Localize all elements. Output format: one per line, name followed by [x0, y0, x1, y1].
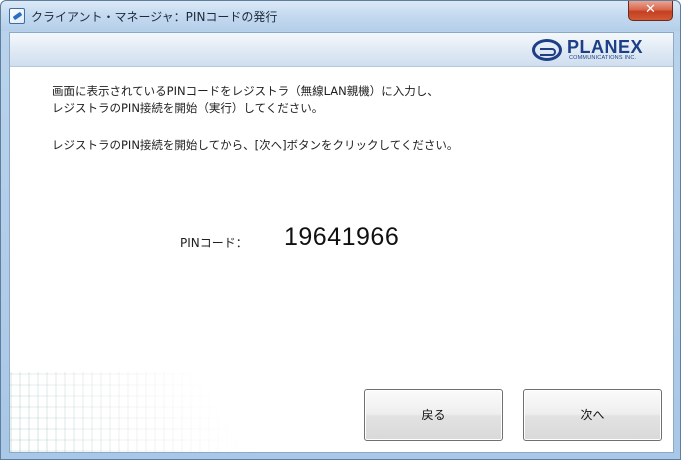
decorative-circuit-pattern	[10, 372, 310, 452]
back-button[interactable]: 戻る	[364, 389, 503, 441]
window-title: クライアント・マネージャ：PINコードの発行	[31, 10, 278, 24]
app-icon	[9, 8, 25, 24]
instruction-line-3: レジストラのPIN接続を開始してから、[次へ]ボタンをクリックしてください。	[52, 138, 459, 152]
dialog-content: PLANEX COMMUNICATIONS INC. 画面に表示されているPIN…	[9, 32, 674, 453]
logo-wordmark: PLANEX	[567, 37, 644, 57]
header-banner: PLANEX COMMUNICATIONS INC.	[10, 33, 673, 67]
title-bar[interactable]: クライアント・マネージャ：PINコードの発行 ✕	[1, 1, 680, 31]
pin-code-value: 19641966	[284, 223, 400, 251]
instruction-line-1: 画面に表示されているPINコードをレジストラ（無線LAN親機）に入力し、	[52, 84, 439, 98]
close-button[interactable]: ✕	[628, 1, 673, 21]
next-button[interactable]: 次へ	[523, 389, 662, 441]
dialog-window: クライアント・マネージャ：PINコードの発行 ✕ PLANEX COMMUNIC…	[0, 0, 681, 460]
logo-subtitle: COMMUNICATIONS INC.	[569, 55, 637, 61]
pin-code-label: PINコード：	[180, 236, 248, 250]
planex-logo-icon	[532, 39, 562, 61]
instruction-line-2: レジストラのPIN接続を開始（実行）してください。	[52, 101, 324, 115]
planex-logo: PLANEX COMMUNICATIONS INC.	[532, 38, 666, 62]
